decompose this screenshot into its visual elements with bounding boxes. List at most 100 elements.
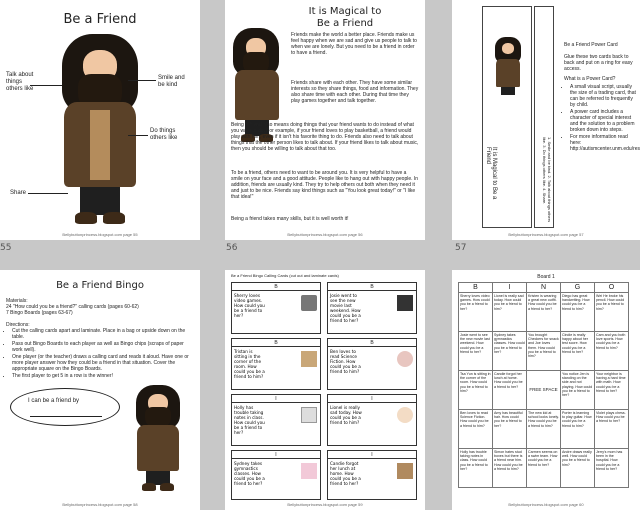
power-card-bullets: A small visual script, usually the size …: [564, 84, 640, 153]
slide-56-title-line1: It is Magical to: [308, 6, 382, 17]
power-card-bullet: A small visual script, usually the size …: [570, 84, 638, 108]
bingo-board: B I N G O Sherry loves video games. How …: [458, 282, 629, 488]
corner-icon: [301, 351, 317, 367]
annotation-talk: Talk about things others like: [6, 72, 34, 92]
bingo-cell[interactable]: Andre draws really well. How could you b…: [560, 448, 595, 488]
bingo-cell[interactable]: Cindie is really happy about her test sc…: [560, 331, 595, 371]
bingo-cell[interactable]: You brought Checkers for snack and Joe l…: [526, 331, 561, 371]
board-title: Board 1: [537, 274, 555, 280]
slide-56[interactable]: It is Magical to Be a Friend Friends mak…: [225, 0, 425, 240]
bingo-letter: I: [492, 282, 527, 293]
slide-56-para-3: Being a friend also means doing things t…: [231, 122, 419, 152]
bingo-cell[interactable]: Tsa Yun is sitting in the corner of the …: [458, 370, 493, 410]
calling-card[interactable]: B Josie went to see the new movie last w…: [327, 282, 417, 334]
bingo-cell[interactable]: Violet plays chess. How could you be a f…: [594, 409, 629, 449]
card-text: Sydney takes gymnastics classes. How cou…: [234, 461, 265, 486]
materials-item: 7 Bingo Boards (pages 63-67): [6, 310, 73, 316]
bingo-cell[interactable]: Diego has great handwriting. How could y…: [560, 292, 595, 332]
bingo-cell[interactable]: Porter is learning to play guitar. How c…: [560, 409, 595, 449]
direction-step: One player (or the teacher) draws a call…: [12, 354, 194, 372]
slide-60[interactable]: Board 1 B I N G O Sherry loves video gam…: [452, 270, 640, 510]
power-card-front: It is Magical to Be a Friend: [482, 6, 532, 228]
card-text: Ben loves to read Science Fiction. How c…: [330, 349, 361, 374]
bingo-cell[interactable]: Simon hates stud boxes but there is a fr…: [492, 448, 527, 488]
power-card-intro: Glue these two cards back to back and pu…: [564, 54, 633, 72]
bingo-cell[interactable]: Holly has trouble taking notes in class.…: [458, 448, 493, 488]
bingo-cell[interactable]: Wei He broke his pencil. How could you b…: [594, 292, 629, 332]
bingo-cell[interactable]: Candie forgot her lunch at home. How cou…: [492, 370, 527, 410]
calling-card[interactable]: B Ben loves to read Science Fiction. How…: [327, 338, 417, 390]
arrow-do: [128, 135, 148, 136]
slide-number-57: 57: [455, 243, 467, 253]
calling-card[interactable]: I Holly has trouble taking notes in clas…: [231, 394, 321, 446]
bingo-row: Tsa Yun is sitting in the corner of the …: [458, 370, 629, 410]
direction-step: Pass out Bingo Boards to each player as …: [12, 341, 194, 353]
sad-face-icon: [397, 407, 413, 423]
bingo-letter: O: [594, 282, 629, 293]
slide-55[interactable]: Be a Friend Talk about things others lik…: [0, 0, 200, 240]
slide-56-title-line2: Be a Friend: [316, 18, 374, 29]
directions-list: Cut the calling cards apart and laminate…: [6, 328, 194, 380]
card-letter: B: [328, 339, 416, 347]
card-text: Holly has trouble taking notes in class.…: [234, 405, 265, 435]
slide-58-title: Be a Friend Bingo: [56, 280, 144, 291]
film-strip-icon: [397, 295, 413, 311]
slide-56-para-1: Friends make the world a better place. F…: [291, 32, 417, 56]
bingo-row: Josie went to see the new movie last wee…: [458, 331, 629, 371]
alien-icon: [397, 351, 413, 367]
calling-card[interactable]: B Tristan is sitting in the corner of th…: [231, 338, 321, 390]
calling-cards-header: Be a Friend Bingo Calling Cards (cut out…: [231, 273, 339, 278]
slide-number-55: 55: [0, 243, 12, 253]
card-letter: B: [328, 283, 416, 291]
gymnast-icon: [301, 463, 317, 479]
bingo-cell[interactable]: Lionel is really sad today. How could yo…: [492, 292, 527, 332]
bingo-cell[interactable]: Ben loves to read Science Fiction. How c…: [458, 409, 493, 449]
calling-card[interactable]: B Sherry loves video games. How could yo…: [231, 282, 321, 334]
bingo-cell[interactable]: The new kid at school looks lonely. How …: [526, 409, 561, 449]
bingo-free-space[interactable]: FREE SPACE: [526, 370, 561, 410]
card-text: Lionel is really sad today. How could yo…: [330, 405, 362, 425]
slide-56-para-2: Friends share with each other. They have…: [291, 80, 419, 104]
calling-card[interactable]: I Lionel is really sad today. How could …: [327, 394, 417, 446]
direction-step: Cut the calling cards apart and laminate…: [12, 328, 194, 340]
slide-57-footer: Bellybuttonprincess.blogspot.com page 57: [508, 232, 584, 237]
bingo-cell[interactable]: You notice Jen is standing on the side a…: [560, 370, 595, 410]
bingo-row: Ben loves to read Science Fiction. How c…: [458, 409, 629, 449]
power-card-bullet: For more information read here: http://a…: [570, 134, 640, 152]
speech-bubble-text: I can be a friend by: [28, 398, 80, 404]
bingo-letter: G: [560, 282, 595, 293]
slide-59[interactable]: Be a Friend Bingo Calling Cards (cut out…: [225, 270, 425, 510]
card-letter: B: [232, 283, 320, 291]
bingo-cell[interactable]: Carmen seems on a swim team. How could y…: [526, 448, 561, 488]
bingo-cell[interactable]: Cam and you both love sports. How could …: [594, 331, 629, 371]
bingo-cell[interactable]: Sydney takes gymnastics classes. How cou…: [492, 331, 527, 371]
power-card-title: It is Magical to Be a Friend: [485, 147, 497, 200]
card-text: Josie went to see the new movie last wee…: [330, 293, 361, 323]
bingo-cell[interactable]: Sherry loves video games. How could you …: [458, 292, 493, 332]
calling-card[interactable]: I Candie forgot her lunch at home. How c…: [327, 450, 417, 500]
notebook-icon: [301, 407, 317, 423]
bingo-cell[interactable]: Jerry's mom has been in the hospital. Ho…: [594, 448, 629, 488]
card-letter: B: [232, 339, 320, 347]
slide-56-footer: Bellybuttonprincess.blogspot.com page 56: [287, 232, 363, 237]
power-card-bullet: A power card includes a character of spe…: [570, 109, 638, 133]
arrow-smile: [128, 80, 156, 81]
card-text: Sherry loves video games. How could you …: [234, 293, 265, 318]
bingo-letter: B: [458, 282, 493, 293]
slide-60-footer: Bellybuttonprincess.blogspot.com page 60: [508, 502, 584, 507]
slide-56-para-5: Being a friend takes many skills, but it…: [231, 216, 349, 222]
bingo-cell[interactable]: Amy has beautiful hair. How could you be…: [492, 409, 527, 449]
slide-number-56: 56: [226, 243, 238, 253]
slide-58[interactable]: Be a Friend Bingo Materials: 24 "How cou…: [0, 270, 200, 510]
arrow-talk: [30, 85, 62, 86]
bingo-cell[interactable]: Your neighbor is having a hard time with…: [594, 370, 629, 410]
speech-bubble: [10, 388, 120, 426]
calling-card[interactable]: I Sydney takes gymnastics classes. How c…: [231, 450, 321, 500]
slide-57[interactable]: It is Magical to Be a Friend 1. Smile an…: [452, 0, 640, 240]
bingo-cell[interactable]: Kristen is wearing a great new outfit. H…: [526, 292, 561, 332]
speech-bubble-line: [30, 416, 102, 417]
bingo-row: Holly has trouble taking notes in class.…: [458, 448, 629, 488]
bingo-cell[interactable]: Josie went to see the new movie last wee…: [458, 331, 493, 371]
annotation-do: Do things others like: [150, 128, 178, 141]
game-console-icon: [301, 295, 317, 311]
